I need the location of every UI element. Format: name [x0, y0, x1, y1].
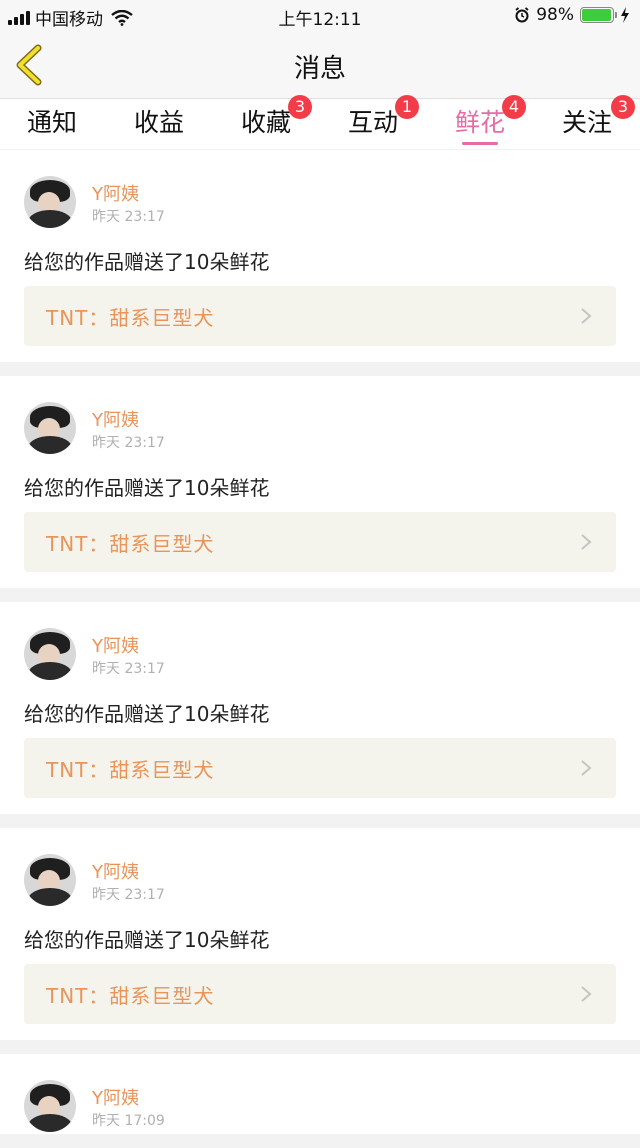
- tab-favorites[interactable]: 收藏 3: [240, 95, 312, 149]
- work-link[interactable]: TNT：甜系巨型犬: [24, 738, 616, 798]
- message-time: 昨天 23:17: [92, 661, 165, 677]
- battery-icon: [580, 7, 617, 23]
- tab-bar: 通知 收益 收藏 3 互动 1 鲜花 4 关注 3: [0, 95, 640, 149]
- tab-label: 关注: [561, 108, 612, 137]
- work-title: TNT：甜系巨型犬: [46, 306, 215, 330]
- following-badge: 3: [611, 95, 635, 119]
- tab-following[interactable]: 关注 3: [561, 95, 635, 149]
- status-right: 98%: [514, 5, 630, 25]
- sender-name[interactable]: Y阿姨: [92, 1084, 139, 1110]
- chevron-right-icon: [581, 986, 592, 1002]
- message-list: Y阿姨 昨天 23:17 给您的作品赠送了10朵鲜花 TNT：甜系巨型犬 Y阿姨…: [0, 150, 640, 1148]
- page-title: 消息: [293, 54, 346, 84]
- message-text: 给您的作品赠送了10朵鲜花: [24, 702, 270, 726]
- message-card: Y阿姨 昨天 23:17 给您的作品赠送了10朵鲜花 TNT：甜系巨型犬: [0, 150, 640, 362]
- message-time: 昨天 17:09: [92, 1113, 165, 1129]
- flowers-badge: 4: [502, 95, 526, 119]
- avatar[interactable]: [24, 854, 76, 906]
- message-time: 昨天 23:17: [92, 209, 165, 225]
- tab-label: 收藏: [240, 108, 291, 137]
- message-card: Y阿姨 昨天 23:17 给您的作品赠送了10朵鲜花 TNT：甜系巨型犬: [0, 376, 640, 588]
- chevron-right-icon: [581, 308, 592, 324]
- message-text: 给您的作品赠送了10朵鲜花: [24, 250, 270, 274]
- avatar[interactable]: [24, 176, 76, 228]
- active-tab-indicator: [462, 142, 498, 145]
- message-card: Y阿姨 昨天 17:09: [0, 1054, 640, 1134]
- avatar[interactable]: [24, 402, 76, 454]
- message-text: 给您的作品赠送了10朵鲜花: [24, 928, 270, 952]
- work-link[interactable]: TNT：甜系巨型犬: [24, 286, 616, 346]
- message-time: 昨天 23:17: [92, 887, 165, 903]
- work-title: TNT：甜系巨型犬: [46, 758, 215, 782]
- charging-icon: [621, 7, 629, 23]
- status-bar: 中国移动 上午12:11 98%: [0, 0, 640, 32]
- message-text: 给您的作品赠送了10朵鲜花: [24, 476, 270, 500]
- message-card: Y阿姨 昨天 23:17 给您的作品赠送了10朵鲜花 TNT：甜系巨型犬: [0, 828, 640, 1040]
- battery-level: [582, 9, 612, 21]
- tab-label: 通知: [26, 108, 77, 137]
- tab-label: 鲜花: [454, 108, 505, 137]
- chevron-right-icon: [581, 534, 592, 550]
- work-link[interactable]: TNT：甜系巨型犬: [24, 964, 616, 1024]
- alarm-icon: [515, 7, 529, 23]
- tab-label: 互动: [347, 108, 398, 137]
- avatar[interactable]: [24, 1080, 76, 1132]
- interactions-badge: 1: [395, 95, 419, 119]
- work-title: TNT：甜系巨型犬: [46, 532, 215, 556]
- work-title: TNT：甜系巨型犬: [46, 984, 215, 1008]
- sender-name[interactable]: Y阿姨: [92, 406, 139, 432]
- sender-name[interactable]: Y阿姨: [92, 180, 139, 206]
- tab-flowers[interactable]: 鲜花 4: [454, 95, 526, 149]
- favorites-badge: 3: [288, 95, 312, 119]
- sender-name[interactable]: Y阿姨: [92, 858, 139, 884]
- tab-label: 收益: [133, 108, 184, 137]
- tab-notifications[interactable]: 通知: [26, 103, 78, 149]
- avatar[interactable]: [24, 628, 76, 680]
- work-link[interactable]: TNT：甜系巨型犬: [24, 512, 616, 572]
- chevron-right-icon: [581, 760, 592, 776]
- nav-bar: 消息: [0, 32, 640, 99]
- battery-percent: 98%: [536, 5, 574, 25]
- tab-interactions[interactable]: 互动 1: [347, 95, 419, 149]
- message-card: Y阿姨 昨天 23:17 给您的作品赠送了10朵鲜花 TNT：甜系巨型犬: [0, 602, 640, 814]
- sender-name[interactable]: Y阿姨: [92, 632, 139, 658]
- message-time: 昨天 23:17: [92, 435, 165, 451]
- tab-earnings[interactable]: 收益: [133, 103, 185, 149]
